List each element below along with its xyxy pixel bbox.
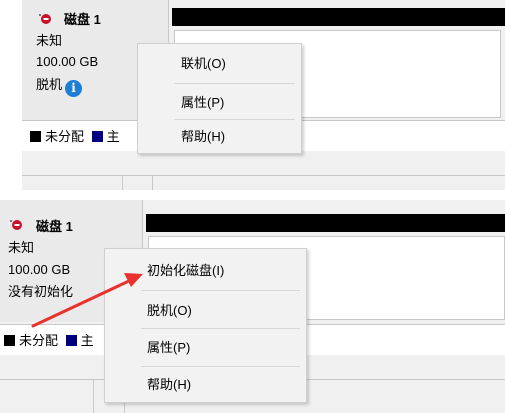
disk-type: 未知 [36,33,63,48]
menu-separator [174,119,295,120]
divider-line [152,175,153,190]
menu-item-online[interactable]: 联机(O) [138,56,301,72]
disk-status-row: 脱机 i [36,77,83,97]
legend-unallocated: 未分配 [45,129,85,144]
disk-offline-icon [39,14,51,24]
disk-size: 100.00 GB [36,54,99,69]
bottom-section: 磁盘 1 未知 100.00 GB 没有初始化 未分配 主 初始化磁盘(I) 脱… [0,200,505,413]
legend-primary: 主 [106,129,120,144]
context-menu: 联机(O) 属性(P) 帮助(H) [137,43,302,154]
top-section: 磁盘 1 未知 100.00 GB 脱机 i 未分配 主 联机(O) 属性(P) … [0,0,505,190]
legend: 未分配 主 [30,129,120,145]
lower-strip [22,151,505,176]
red-arrow [31,273,143,328]
menu-separator [174,83,295,84]
menu-item-properties[interactable]: 属性(P) [138,95,301,111]
disk-name: 磁盘 1 [64,12,101,27]
info-icon[interactable]: i [65,80,83,97]
menu-item-help[interactable]: 帮助(H) [138,129,301,145]
primary-swatch [91,131,103,142]
volume-bar [172,8,505,26]
divider-line [122,175,123,190]
disk-status: 脱机 [36,77,63,92]
unallocated-swatch [30,131,41,142]
